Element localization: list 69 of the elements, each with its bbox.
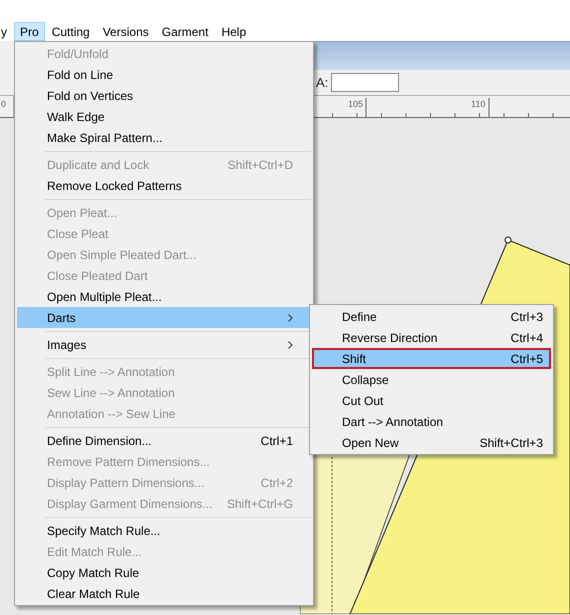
menu-item-label: Fold/Unfold — [47, 46, 110, 62]
menu-bar-item[interactable]: Versions — [96, 22, 155, 41]
menu-item[interactable]: Define Ctrl+3 — [312, 306, 551, 327]
menu-item-label: Darts — [47, 310, 77, 326]
menu-item[interactable]: Clear Match Rule — [17, 583, 311, 604]
menu-item-label: Split Line --> Annotation — [47, 364, 176, 380]
ruler-label: 0 — [1, 99, 6, 109]
ruler-label: 110 — [471, 99, 486, 109]
menu-item[interactable]: Darts — [17, 307, 311, 328]
menu-item[interactable]: Cut Out — [312, 390, 551, 411]
menu-item[interactable]: Copy Match Rule — [17, 562, 311, 583]
shortcut-label: Ctrl+4 — [510, 330, 543, 346]
menu-item-label: Open Pleat... — [47, 204, 118, 222]
menu-item[interactable]: Reverse Direction Ctrl+4 — [312, 327, 551, 348]
menu-item[interactable]: Fold on Line — [17, 64, 311, 85]
menu-bar-item[interactable]: y — [0, 22, 13, 41]
ruler-label: 105 — [348, 99, 364, 109]
menu-item-label: Specify Match Rule... — [47, 522, 162, 540]
menu-item-label: Define — [342, 308, 378, 326]
menu-item[interactable]: Open New Shift+Ctrl+3 — [312, 432, 551, 453]
menu-item[interactable]: Remove Locked Patterns — [17, 175, 311, 196]
menu-item-label: Display Garment Dimensions... — [47, 496, 214, 512]
menu-item-label: Fold on Line — [47, 66, 114, 84]
menu-item[interactable]: Define Dimension... Ctrl+1 — [17, 430, 311, 451]
menu-item-label: Define Dimension... — [47, 432, 153, 450]
menu-item-label: Remove Locked Patterns — [47, 178, 183, 194]
shortcut-label: Ctrl+2 — [260, 474, 293, 492]
shortcut-label: Shift+Ctrl+3 — [480, 434, 543, 452]
menu-item[interactable]: Open Multiple Pleat... — [17, 286, 311, 307]
menu-item-label: Close Pleated Dart — [47, 268, 149, 284]
shortcut-label: Ctrl+3 — [510, 308, 543, 326]
menu-item-label: Duplicate and Lock — [47, 156, 150, 174]
menu-item[interactable]: Dart --> Annotation — [312, 411, 551, 432]
menu-item[interactable]: Walk Edge — [17, 106, 311, 127]
menu-item-label: Clear Match Rule — [47, 586, 141, 602]
menu-item-label: Cut Out — [342, 392, 384, 410]
menu-item[interactable]: Fold on Vertices — [17, 85, 311, 106]
menu-item-label: Fold on Vertices — [47, 88, 134, 104]
menu-item-label: Make Spiral Pattern... — [47, 130, 164, 146]
menu-item-label: Edit Match Rule... — [47, 544, 143, 560]
shortcut-label: Shift+Ctrl+G — [226, 496, 293, 512]
menu-bar-item[interactable]: Garment — [156, 22, 214, 41]
field-label: A: — [316, 74, 328, 92]
menu-item-label: Annotation --> Sew Line — [47, 406, 176, 422]
menu-item-label: Dart --> Annotation — [342, 414, 444, 430]
menu-item[interactable]: Collapse — [312, 369, 551, 390]
menu-item-label: Shift — [342, 350, 368, 368]
menu-bar-item[interactable]: Help — [215, 22, 252, 41]
menu-bar-item[interactable]: Cutting — [46, 22, 96, 41]
menu-item-label: Open Multiple Pleat... — [47, 288, 163, 306]
shortcut-label: Ctrl+5 — [510, 350, 543, 368]
menu-item[interactable]: Specify Match Rule... — [17, 520, 311, 541]
menu-item[interactable]: Shift Ctrl+5 — [312, 348, 551, 369]
menu-item-label: Reverse Direction — [342, 330, 438, 346]
menu-item-label: Remove Pattern Dimensions... — [47, 454, 211, 470]
menu-item-label: Display Pattern Dimensions... — [47, 474, 206, 492]
menu-item[interactable]: Make Spiral Pattern... — [17, 127, 311, 148]
menu-item[interactable]: Images — [17, 334, 311, 355]
menu-item-label: Collapse — [342, 372, 390, 388]
menu-item-label: Close Pleat — [47, 226, 110, 242]
menu-item-label: Walk Edge — [47, 108, 106, 126]
menu-item-label: Open New — [342, 434, 400, 452]
shortcut-label: Shift+Ctrl+D — [228, 156, 293, 174]
menu-item-label: Copy Match Rule — [47, 564, 140, 582]
menu-item-label: Open Simple Pleated Dart... — [47, 246, 198, 264]
menu-bar-item[interactable]: Pro — [14, 22, 45, 41]
menu-item-label: Images — [47, 336, 88, 354]
shortcut-label: Ctrl+1 — [260, 432, 293, 450]
menu-item-label: Sew Line --> Annotation — [47, 384, 176, 402]
